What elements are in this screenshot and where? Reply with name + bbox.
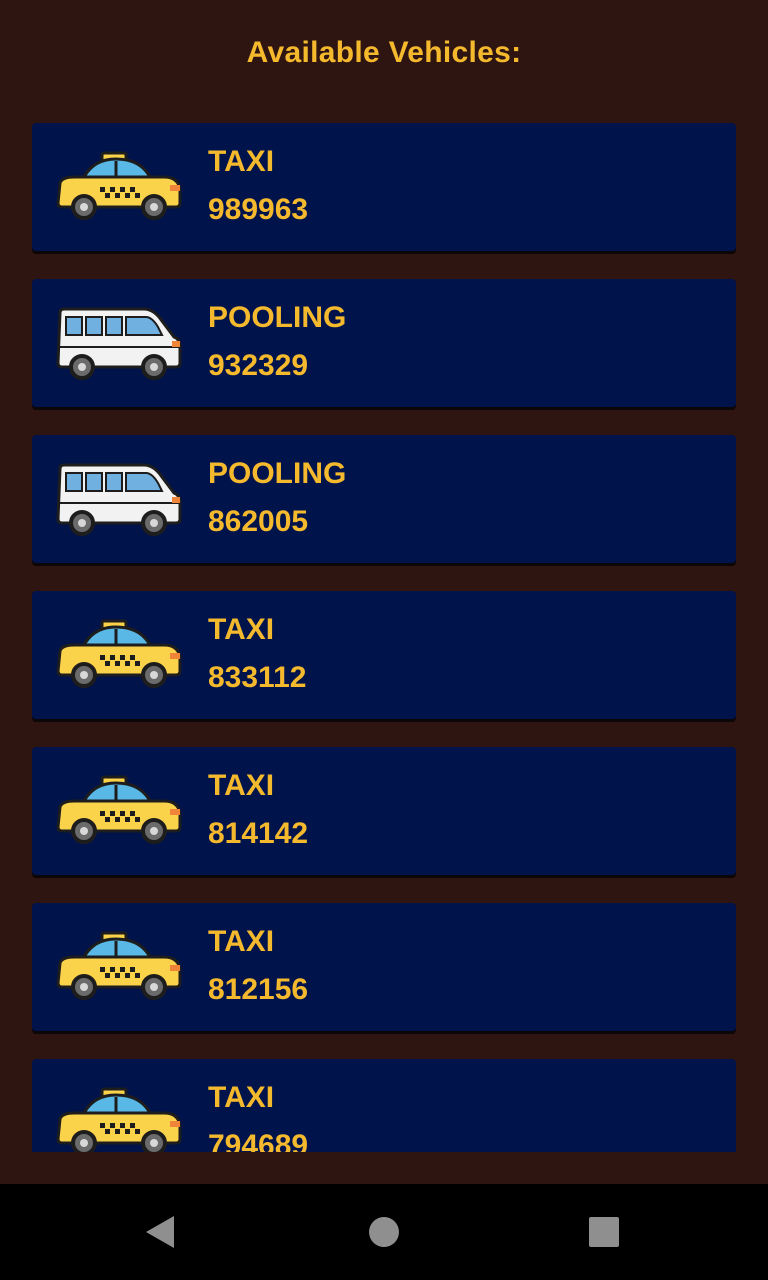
home-circle-icon (369, 1217, 399, 1247)
vehicle-number: 814142 (208, 817, 309, 850)
vehicle-card[interactable]: POOLING 862005 (32, 435, 736, 563)
vehicle-number: 812156 (208, 973, 309, 1006)
recents-button[interactable] (556, 1184, 652, 1280)
taxi-icon (54, 929, 184, 1005)
van-icon (54, 461, 184, 537)
back-button[interactable] (112, 1184, 208, 1280)
vehicle-type: TAXI (208, 613, 275, 646)
vehicle-number: 794689 (208, 1129, 309, 1152)
vehicle-card[interactable]: TAXI 794689 (32, 1059, 736, 1152)
vehicle-type: TAXI (208, 769, 275, 802)
vehicle-card[interactable]: TAXI 812156 (32, 903, 736, 1031)
vehicle-card[interactable]: TAXI 833112 (32, 591, 736, 719)
vehicle-card[interactable]: TAXI 814142 (32, 747, 736, 875)
system-navigation-bar (0, 1184, 768, 1280)
vehicle-type: POOLING (208, 457, 347, 490)
recents-square-icon (589, 1217, 619, 1247)
taxi-icon (54, 1085, 184, 1152)
van-icon (54, 305, 184, 381)
page-title: Available Vehicles: (246, 36, 522, 69)
vehicle-list[interactable]: TAXI 989963 POOLING 932329 POOLING 86200… (32, 123, 736, 1152)
vehicle-card[interactable]: POOLING 932329 (32, 279, 736, 407)
back-triangle-icon (146, 1216, 174, 1248)
taxi-icon (54, 773, 184, 849)
vehicle-number: 862005 (208, 505, 309, 538)
taxi-icon (54, 149, 184, 225)
vehicle-number: 989963 (208, 193, 309, 226)
vehicle-number: 932329 (208, 349, 309, 382)
vehicle-card[interactable]: TAXI 989963 (32, 123, 736, 251)
vehicle-number: 833112 (208, 661, 307, 694)
vehicle-type: TAXI (208, 145, 275, 178)
vehicle-type: POOLING (208, 301, 347, 334)
vehicle-type: TAXI (208, 925, 275, 958)
taxi-icon (54, 617, 184, 693)
vehicle-type: TAXI (208, 1081, 275, 1114)
home-button[interactable] (336, 1184, 432, 1280)
